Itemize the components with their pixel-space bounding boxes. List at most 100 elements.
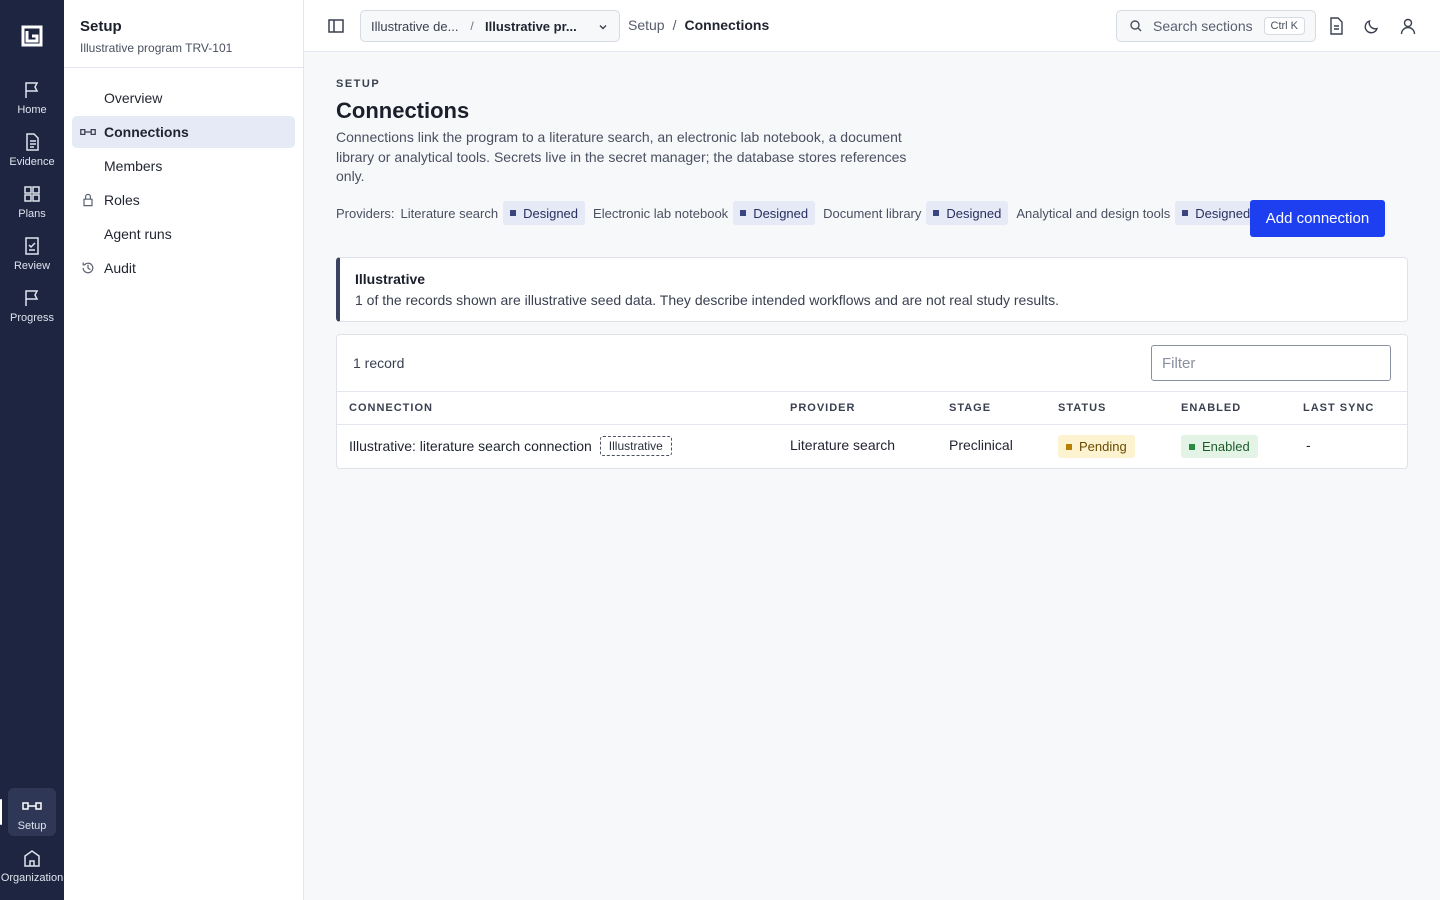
rail-item-label: Organization bbox=[0, 872, 64, 884]
breadcrumb-setup[interactable]: Setup bbox=[628, 17, 665, 33]
rail-item-progress[interactable]: Progress bbox=[0, 284, 64, 332]
stage-cell: Preclinical bbox=[949, 437, 1013, 453]
context-selector[interactable]: Illustrative de... / Illustrative pr... bbox=[360, 10, 620, 42]
rail-item-setup[interactable]: Setup bbox=[8, 788, 56, 836]
providers-label: Providers: bbox=[336, 205, 395, 221]
rail-item-label: Home bbox=[17, 104, 47, 116]
column-header-enabled[interactable]: ENABLED bbox=[1181, 402, 1241, 414]
status-dot bbox=[740, 210, 747, 216]
sidebar-item-agent-runs[interactable]: Agent runs bbox=[72, 218, 295, 250]
active-marker bbox=[0, 799, 2, 825]
status-dot bbox=[933, 210, 940, 216]
status-badge: Designed bbox=[1175, 201, 1258, 225]
status-badge: Designed bbox=[733, 201, 816, 225]
last-sync-cell: - bbox=[1306, 437, 1311, 453]
rail-item-review[interactable]: Review bbox=[0, 232, 64, 280]
rail-item-label: Review bbox=[13, 260, 51, 272]
provider-name: Literature search bbox=[400, 205, 499, 221]
context-organization: Illustrative de... bbox=[371, 18, 459, 34]
sidebar-item-overview[interactable]: Overview bbox=[72, 82, 295, 114]
icon-rail: Home Evidence Plans Review Progress Setu… bbox=[0, 0, 64, 900]
providers-list: Providers: Literature search Designed El… bbox=[336, 201, 1265, 225]
column-header-last-sync[interactable]: LAST SYNC bbox=[1303, 402, 1374, 414]
filter-input[interactable] bbox=[1151, 345, 1391, 381]
context-program: Illustrative pr... bbox=[485, 18, 577, 34]
connections-table: 1 record CONNECTION PROVIDER STAGE STATU… bbox=[336, 334, 1408, 469]
rail-item-organization[interactable]: Organization bbox=[0, 844, 64, 892]
flag-icon bbox=[25, 290, 39, 306]
search-icon bbox=[1130, 20, 1142, 32]
history-icon bbox=[80, 260, 96, 276]
connection-icon bbox=[80, 124, 96, 140]
sidebar-item-audit[interactable]: Audit bbox=[72, 252, 295, 284]
sidebar-toggle-icon[interactable] bbox=[326, 16, 346, 36]
column-header-stage[interactable]: STAGE bbox=[949, 402, 991, 414]
setup-sidebar: Setup Illustrative program TRV-101 Overv… bbox=[64, 0, 304, 900]
add-connection-button[interactable]: Add connection bbox=[1250, 200, 1385, 237]
sidebar-subtitle: Illustrative program TRV-101 bbox=[80, 41, 233, 55]
connection-cell: Illustrative: literature search connecti… bbox=[349, 436, 672, 457]
flag-icon bbox=[25, 82, 39, 98]
checklist-icon bbox=[25, 237, 39, 255]
status-dot bbox=[1066, 443, 1072, 450]
status-dot bbox=[1182, 210, 1189, 216]
rail-item-label: Progress bbox=[9, 312, 55, 324]
sidebar-item-members[interactable]: Members bbox=[72, 150, 295, 182]
chevron-down-icon bbox=[599, 25, 607, 30]
rail-item-plans[interactable]: Plans bbox=[0, 180, 64, 228]
column-header-provider[interactable]: PROVIDER bbox=[790, 402, 855, 414]
sidebar-item-label: Roles bbox=[104, 192, 140, 208]
connection-name[interactable]: Illustrative: literature search connecti… bbox=[349, 438, 592, 454]
connection-icon bbox=[22, 802, 42, 810]
breadcrumb-separator: / bbox=[672, 17, 677, 33]
rail-item-label: Setup bbox=[17, 820, 47, 832]
search-shortcut: Ctrl K bbox=[1263, 17, 1305, 35]
illustrative-notice: Illustrative 1 of the records shown are … bbox=[336, 257, 1408, 322]
enabled-badge: Enabled bbox=[1181, 435, 1258, 458]
record-count: 1 record bbox=[353, 355, 405, 371]
sidebar-item-roles[interactable]: Roles bbox=[72, 184, 295, 216]
search-input[interactable]: Search sections Ctrl K bbox=[1116, 10, 1316, 42]
status-badge: Designed bbox=[503, 201, 586, 225]
provider-name: Document library bbox=[823, 205, 922, 221]
breadcrumb-current: Connections bbox=[684, 17, 770, 33]
sidebar-item-label: Members bbox=[104, 158, 163, 174]
document-icon[interactable] bbox=[1326, 16, 1346, 36]
table-header-row: CONNECTION PROVIDER STAGE STATUS ENABLED… bbox=[337, 392, 1407, 425]
rail-item-home[interactable]: Home bbox=[0, 76, 64, 124]
sidebar-item-label: Audit bbox=[104, 260, 136, 276]
status-dot bbox=[510, 210, 517, 216]
grid-icon bbox=[24, 186, 40, 202]
page-eyebrow: SETUP bbox=[336, 78, 381, 90]
lock-icon bbox=[80, 192, 96, 208]
rail-item-evidence[interactable]: Evidence bbox=[0, 128, 64, 176]
breadcrumb: Setup / Connections bbox=[628, 17, 769, 33]
sidebar-item-label: Overview bbox=[104, 90, 163, 106]
context-separator: / bbox=[470, 19, 474, 33]
sidebar-header: Setup Illustrative program TRV-101 bbox=[64, 0, 303, 68]
app-logo-icon[interactable] bbox=[20, 24, 44, 48]
rail-item-label: Evidence bbox=[9, 156, 55, 168]
notice-title: Illustrative bbox=[355, 271, 426, 287]
status-badge: Pending bbox=[1058, 435, 1135, 458]
notice-text: 1 of the records shown are illustrative … bbox=[355, 292, 1060, 308]
column-header-status[interactable]: STATUS bbox=[1058, 402, 1106, 414]
table-row[interactable]: Illustrative: literature search connecti… bbox=[337, 425, 1407, 468]
page-title: Connections bbox=[336, 98, 470, 123]
document-icon bbox=[26, 133, 39, 151]
search-placeholder: Search sections bbox=[1153, 18, 1253, 34]
column-header-connection[interactable]: CONNECTION bbox=[349, 402, 433, 414]
status-badge: Designed bbox=[926, 201, 1009, 225]
page-description: Connections link the program to a litera… bbox=[336, 129, 907, 184]
illustrative-tag: Illustrative bbox=[599, 436, 672, 456]
provider-name: Analytical and design tools bbox=[1016, 205, 1171, 221]
user-icon[interactable] bbox=[1398, 16, 1418, 36]
building-icon bbox=[24, 850, 40, 867]
moon-icon[interactable] bbox=[1362, 16, 1382, 36]
provider-name: Electronic lab notebook bbox=[593, 205, 729, 221]
rail-item-label: Plans bbox=[18, 208, 46, 220]
sidebar-nav: Overview Connections Members Roles Agent… bbox=[64, 68, 303, 292]
sidebar-item-label: Connections bbox=[104, 124, 189, 140]
status-dot bbox=[1189, 443, 1195, 450]
sidebar-item-connections[interactable]: Connections bbox=[72, 116, 295, 148]
